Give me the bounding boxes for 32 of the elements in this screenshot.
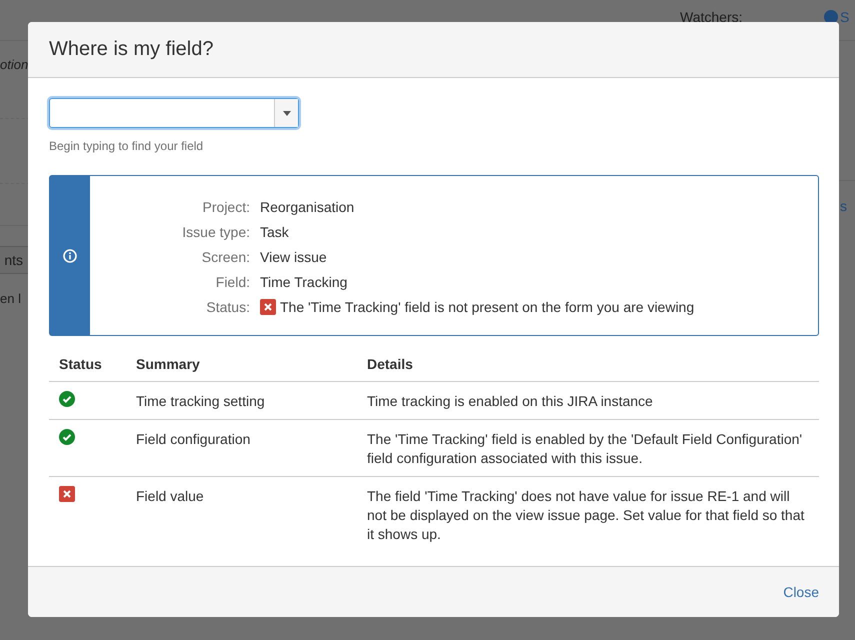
- info-label: Screen:: [200, 248, 250, 266]
- summary-cell: Field value: [136, 488, 204, 504]
- field-search-dropdown[interactable]: [49, 98, 299, 128]
- info-icon: [63, 248, 77, 262]
- background-text: S: [840, 9, 850, 26]
- column-header: Summary: [126, 348, 357, 382]
- info-value: Reorganisation: [260, 198, 354, 216]
- info-value: Time Tracking: [260, 273, 348, 291]
- summary-cell: Time tracking setting: [136, 393, 265, 409]
- caret-icon: [282, 110, 290, 116]
- summary-cell: Field configuration: [136, 431, 250, 447]
- background-text: Watchers:: [680, 9, 742, 26]
- background-text: otion: [0, 56, 28, 73]
- info-label: Status:: [205, 298, 250, 316]
- info-label: Project:: [202, 198, 250, 216]
- background-text: en l: [0, 290, 21, 307]
- details-cell: The field 'Time Tracking' does not have value for issue RE-1 and will not be displayed on the view issue page. Set value for that field so that it shows up.: [367, 488, 804, 542]
- background-text[interactable]: s: [840, 198, 847, 215]
- details-cell: Time tracking is enabled on this JIRA instance: [367, 393, 653, 409]
- info-value: The 'Time Tracking' field is not present on the form you are viewing: [280, 298, 694, 316]
- info-value: Task: [260, 223, 289, 241]
- hint-text: Begin typing to find your field: [49, 139, 204, 153]
- close-link[interactable]: Close: [783, 584, 819, 600]
- avatar-icon: [824, 10, 838, 24]
- info-value: View issue: [260, 248, 327, 266]
- info-label: Field:: [214, 273, 250, 291]
- column-header: Status: [49, 348, 126, 382]
- column-header: Details: [357, 348, 819, 382]
- info-label: Issue type:: [181, 223, 250, 241]
- dialog-title: Where is my field?: [49, 38, 214, 61]
- background-tab[interactable]: nts: [0, 246, 30, 274]
- details-cell: The 'Time Tracking' field is enabled by the 'Default Field Configuration' field configuration associated with this issue.: [367, 431, 802, 466]
